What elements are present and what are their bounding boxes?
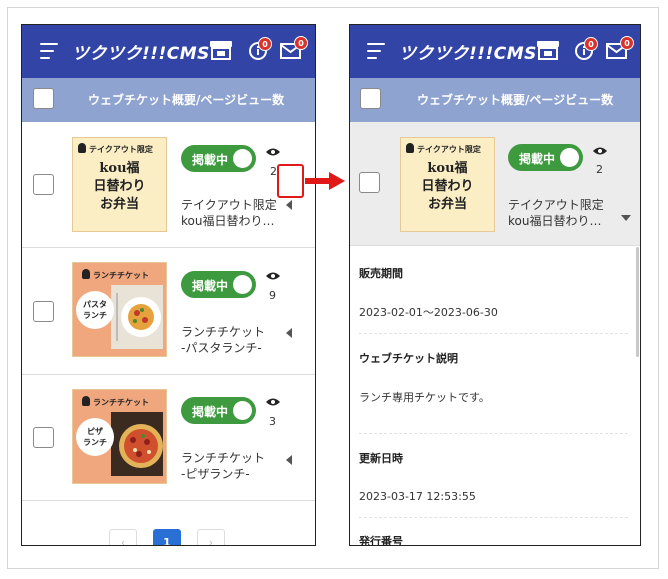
ticket-thumbnail: ランチチケット ピザ ランチ bbox=[72, 389, 167, 484]
pizza-image bbox=[111, 412, 163, 476]
expand-arrow-icon[interactable] bbox=[286, 455, 292, 465]
shop-icon bbox=[537, 41, 559, 60]
ticket-name: テイクアウト限定 kou福日替わり… bbox=[508, 198, 604, 228]
list-header-title: ウェブチケット概要/ページビュー数 bbox=[417, 93, 614, 107]
app-logo[interactable]: ツクツク!!!CMS bbox=[72, 39, 210, 64]
divider bbox=[359, 517, 628, 518]
cat-logo-icon bbox=[406, 143, 414, 153]
toggle-label: 掲載中 bbox=[192, 153, 229, 167]
info-badge: 0 bbox=[258, 37, 272, 51]
eye-icon bbox=[593, 147, 607, 155]
toggle-knob bbox=[233, 275, 252, 294]
pagination: ‹ 1 › bbox=[22, 525, 315, 545]
view-count: 2 bbox=[596, 163, 603, 176]
toggle-knob bbox=[233, 401, 252, 420]
description-label: ウェブチケット説明 bbox=[359, 352, 458, 365]
ticket-thumbnail: テイクアウト限定 kou福 日替わり お弁当 bbox=[72, 137, 167, 232]
thumb-line: 日替わり bbox=[93, 179, 146, 194]
menu-icon[interactable] bbox=[40, 43, 58, 59]
publish-toggle[interactable]: 掲載中 bbox=[181, 271, 256, 298]
page-prev-button[interactable]: ‹ bbox=[109, 529, 137, 545]
row-checkbox[interactable] bbox=[33, 174, 54, 195]
pasta-dish-image bbox=[111, 285, 163, 349]
updated-value: 2023-03-17 12:53:55 bbox=[359, 490, 476, 503]
toggle-label: 掲載中 bbox=[192, 279, 229, 293]
row-checkbox[interactable] bbox=[33, 427, 54, 448]
toggle-knob bbox=[560, 148, 579, 167]
menu-icon[interactable] bbox=[367, 43, 385, 59]
thumb-circle: パスタ ランチ bbox=[76, 291, 114, 329]
thumb-tag: テイクアウト限定 bbox=[89, 145, 153, 154]
ticket-thumbnail: ランチチケット パスタ ランチ bbox=[72, 262, 167, 357]
app-header: ツクツク!!!CMS 0 0 bbox=[22, 25, 315, 78]
ticket-row: テイクアウト限定 kou福 日替わり お弁当 掲載中 2 テイクアウト限定 ko… bbox=[22, 122, 315, 248]
sales-period-label: 販売期間 bbox=[359, 267, 403, 280]
cat-logo-icon bbox=[78, 143, 86, 153]
thumb-line: kou福 bbox=[99, 161, 140, 176]
publish-toggle[interactable]: 掲載中 bbox=[508, 144, 583, 171]
ticket-name: ランチチケット -ピザランチ- bbox=[181, 451, 266, 481]
mail-badge: 0 bbox=[294, 36, 308, 50]
eye-icon bbox=[266, 272, 280, 280]
callout-highlight-box bbox=[277, 164, 304, 198]
updated-label: 更新日時 bbox=[359, 452, 403, 465]
list-header: ウェブチケット概要/ページビュー数 bbox=[350, 78, 640, 122]
callout-arrow-icon bbox=[305, 172, 345, 190]
view-count: 3 bbox=[269, 415, 276, 428]
cat-logo-icon bbox=[82, 269, 90, 279]
toggle-knob bbox=[233, 149, 252, 168]
issue-number-label: 発行番号 bbox=[359, 535, 403, 546]
expand-arrow-icon[interactable] bbox=[286, 328, 292, 338]
ticket-row: ランチチケット パスタ ランチ 掲載中 9 ランチチケット -パスタランチ- bbox=[22, 249, 315, 375]
list-screen: ツクツク!!!CMS 0 0 ウェブチケット概要/ページビュー数 テイクアウト限… bbox=[21, 24, 316, 546]
thumb-line: お弁当 bbox=[99, 197, 139, 212]
collapse-arrow-icon[interactable] bbox=[621, 215, 631, 221]
scrollbar[interactable] bbox=[636, 247, 639, 357]
app-header: ツクツク!!!CMS 0 0 bbox=[350, 25, 640, 78]
description-value: ランチ専用チケットです。 bbox=[359, 391, 490, 404]
thumb-tag: テイクアウト限定 bbox=[417, 145, 481, 154]
detail-screen: ツクツク!!!CMS 0 0 ウェブチケット概要/ページビュー数 テイクアウト限… bbox=[349, 24, 641, 546]
app-logo[interactable]: ツクツク!!!CMS bbox=[399, 39, 537, 64]
row-checkbox[interactable] bbox=[359, 172, 380, 193]
page-button-current[interactable]: 1 bbox=[153, 529, 181, 545]
thumb-circle: ピザ ランチ bbox=[76, 418, 114, 456]
publish-toggle[interactable]: 掲載中 bbox=[181, 145, 256, 172]
toggle-label: 掲載中 bbox=[519, 152, 556, 166]
toggle-label: 掲載中 bbox=[192, 405, 229, 419]
thumb-line: お弁当 bbox=[427, 197, 467, 212]
list-header-title: ウェブチケット概要/ページビュー数 bbox=[88, 93, 285, 107]
thumb-line: 日替わり bbox=[421, 179, 474, 194]
ticket-name: ランチチケット -パスタランチ- bbox=[181, 325, 266, 355]
select-all-checkbox[interactable] bbox=[360, 88, 381, 109]
page-next-button[interactable]: › bbox=[197, 529, 225, 545]
eye-icon bbox=[266, 398, 280, 406]
list-header: ウェブチケット概要/ページビュー数 bbox=[22, 78, 315, 122]
sales-period-value: 2023-02-01～2023-06-30 bbox=[359, 306, 498, 319]
ticket-row-expanded: テイクアウト限定 kou福 日替わり お弁当 掲載中 2 テイクアウト限定 ko… bbox=[350, 122, 640, 246]
thumb-line: kou福 bbox=[427, 161, 468, 176]
expand-arrow-icon[interactable] bbox=[286, 200, 292, 210]
row-checkbox[interactable] bbox=[33, 301, 54, 322]
view-count: 2 bbox=[270, 165, 277, 178]
ticket-thumbnail: テイクアウト限定 kou福 日替わり お弁当 bbox=[400, 137, 495, 232]
cat-logo-icon bbox=[82, 396, 90, 406]
thumb-tag: ランチチケット bbox=[93, 398, 149, 407]
select-all-checkbox[interactable] bbox=[33, 88, 54, 109]
ticket-name: テイクアウト限定 kou福日替わり… bbox=[181, 198, 277, 228]
ticket-row: ランチチケット ピザ ランチ 掲載中 3 ランチチケット -ピザランチ- bbox=[22, 375, 315, 501]
divider bbox=[359, 333, 628, 334]
eye-icon bbox=[266, 148, 280, 156]
divider bbox=[359, 433, 628, 434]
view-count: 9 bbox=[269, 289, 276, 302]
shop-icon bbox=[210, 41, 232, 60]
publish-toggle[interactable]: 掲載中 bbox=[181, 397, 256, 424]
ticket-detail-panel: 販売期間 2023-02-01～2023-06-30 ウェブチケット説明 ランチ… bbox=[350, 247, 640, 546]
mail-badge: 0 bbox=[620, 36, 634, 50]
thumb-tag: ランチチケット bbox=[93, 271, 149, 280]
info-badge: 0 bbox=[584, 37, 598, 51]
